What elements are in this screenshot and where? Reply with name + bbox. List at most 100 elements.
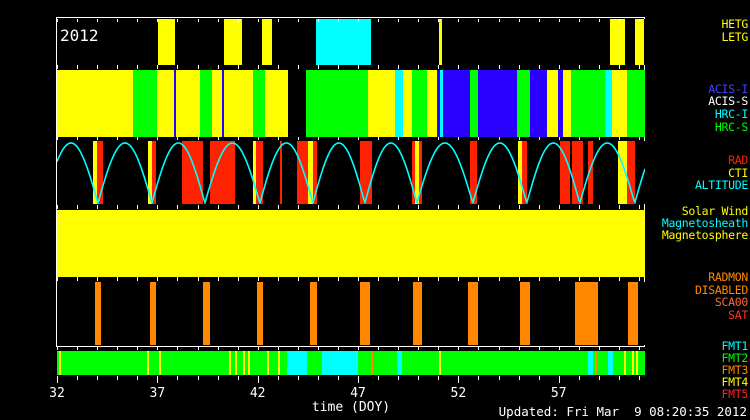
x-tick-label: 52	[438, 386, 478, 401]
year-label: 2012	[60, 26, 99, 45]
day-tick	[318, 137, 319, 140]
minor-tick	[579, 376, 580, 380]
day-tick	[218, 65, 219, 69]
day-tick	[137, 65, 138, 69]
legend-label-letg: LETG	[722, 30, 749, 44]
band-radiation-altitude	[57, 141, 645, 204]
major-tick	[358, 376, 359, 383]
day-tick	[57, 347, 58, 350]
day-tick	[398, 347, 399, 350]
day-tick	[338, 65, 339, 69]
timeline-segment-yellow	[635, 19, 644, 65]
day-tick	[77, 65, 78, 69]
day-tick	[258, 277, 259, 281]
timeline-segment-yellow	[212, 70, 222, 137]
band-solar-wind	[57, 210, 645, 277]
day-tick	[258, 19, 259, 22]
day-tick	[298, 205, 299, 209]
updated-timestamp: Updated: Fri Mar 9 08:20:35 2012	[499, 404, 747, 419]
day-tick	[97, 277, 98, 281]
day-tick	[639, 137, 640, 140]
day-tick	[338, 19, 339, 22]
day-tick	[177, 137, 178, 140]
day-tick	[478, 347, 479, 350]
day-tick	[97, 205, 98, 209]
day-tick	[77, 205, 78, 209]
day-tick	[57, 137, 58, 140]
day-tick	[157, 347, 158, 350]
minor-tick	[519, 376, 520, 380]
day-tick	[619, 65, 620, 69]
day-tick	[238, 137, 239, 140]
day-tick	[318, 347, 319, 350]
day-tick	[177, 347, 178, 350]
day-tick	[579, 347, 580, 350]
timeline-segment-yellow	[610, 19, 625, 65]
minor-tick	[137, 376, 138, 380]
timeline-segment-orange	[575, 282, 598, 345]
day-tick	[177, 205, 178, 209]
day-tick	[318, 277, 319, 281]
day-tick	[619, 277, 620, 281]
day-tick	[97, 19, 98, 22]
day-tick	[57, 277, 58, 281]
day-tick	[639, 347, 640, 350]
day-tick	[619, 137, 620, 140]
legend-label-sca00: SCA00	[715, 295, 748, 309]
day-tick	[418, 137, 419, 140]
day-tick	[157, 19, 158, 22]
timeline-segment-yellow	[439, 351, 441, 375]
day-tick	[238, 347, 239, 350]
timeline-segment-yellow	[278, 351, 280, 375]
day-tick	[57, 19, 58, 22]
day-tick	[478, 277, 479, 281]
timeline-segment-yellow	[632, 351, 634, 375]
day-tick	[137, 277, 138, 281]
minor-tick	[398, 376, 399, 380]
timeline-segment-yellow	[403, 70, 412, 137]
day-tick	[97, 65, 98, 69]
day-tick	[519, 347, 520, 350]
timeline-segment-yellow	[636, 351, 638, 375]
day-tick	[398, 19, 399, 22]
day-tick	[198, 19, 199, 22]
day-tick	[599, 277, 600, 281]
day-tick	[639, 205, 640, 209]
day-tick	[639, 277, 640, 281]
x-tick-label: 42	[238, 386, 278, 401]
day-tick	[278, 347, 279, 350]
band-grating	[57, 19, 645, 65]
day-tick	[438, 277, 439, 281]
day-tick	[358, 19, 359, 22]
x-axis-title: time (DOY)	[281, 400, 421, 415]
day-tick	[539, 65, 540, 69]
minor-tick	[639, 376, 640, 380]
timeline-segment-yellow	[563, 70, 571, 137]
minor-tick	[298, 376, 299, 380]
day-tick	[478, 137, 479, 140]
day-tick	[338, 277, 339, 281]
day-tick	[278, 137, 279, 140]
minor-tick	[599, 376, 600, 380]
day-tick	[639, 19, 640, 22]
timeline-segment-cyan	[588, 351, 593, 375]
day-tick	[338, 137, 339, 140]
day-tick	[77, 137, 78, 140]
day-tick	[278, 19, 279, 22]
timeline-segment-cyan	[397, 351, 402, 375]
day-tick	[499, 277, 500, 281]
day-tick	[77, 19, 78, 22]
timeline-segment-green	[133, 70, 157, 137]
day-tick	[157, 65, 158, 69]
day-tick	[559, 205, 560, 209]
minor-tick	[478, 376, 479, 380]
timeline-segment-yellow	[176, 70, 200, 137]
minor-tick	[499, 376, 500, 380]
day-tick	[458, 65, 459, 69]
day-tick	[218, 347, 219, 350]
day-tick	[398, 65, 399, 69]
x-axis-ticks	[57, 376, 645, 384]
day-tick	[77, 277, 78, 281]
major-tick	[458, 376, 459, 383]
day-tick	[137, 137, 138, 140]
